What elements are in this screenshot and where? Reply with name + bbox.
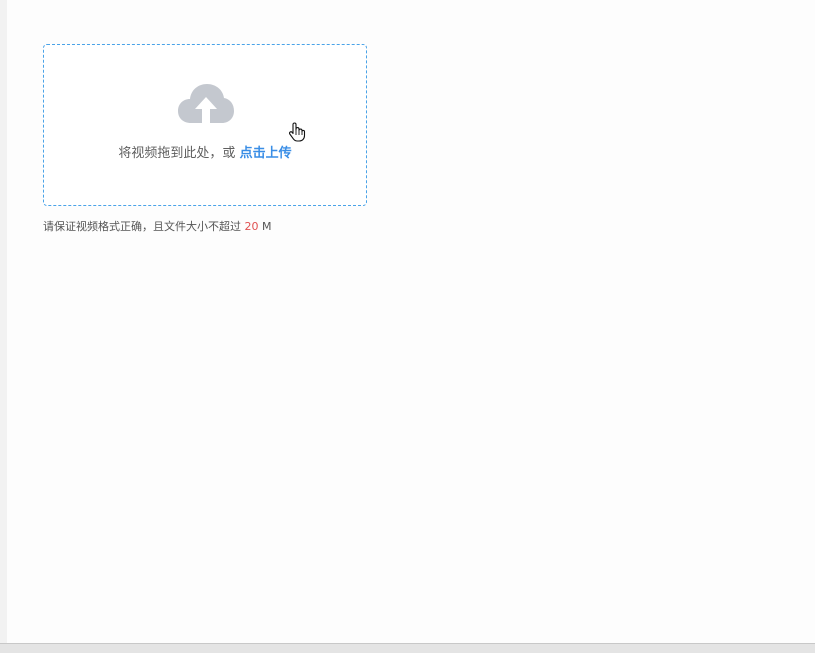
size-limit-value: 20 [244,220,259,233]
cloud-upload-icon [178,84,234,123]
upload-dropzone[interactable]: 将视频拖到此处，或 点击上传 [43,44,367,206]
upload-tip: 请保证视频格式正确，且文件大小不超过 20 M [43,218,272,234]
window-left-edge [0,0,7,643]
size-limit-unit: M [258,220,272,233]
click-upload-link[interactable]: 点击上传 [240,146,292,161]
tip-text: 请保证视频格式正确，且文件大小不超过 [43,220,245,233]
drag-hint-text: 将视频拖到此处，或 [118,146,240,161]
bottom-scrollbar[interactable] [0,643,815,653]
upload-instruction: 将视频拖到此处，或 点击上传 [44,142,366,161]
